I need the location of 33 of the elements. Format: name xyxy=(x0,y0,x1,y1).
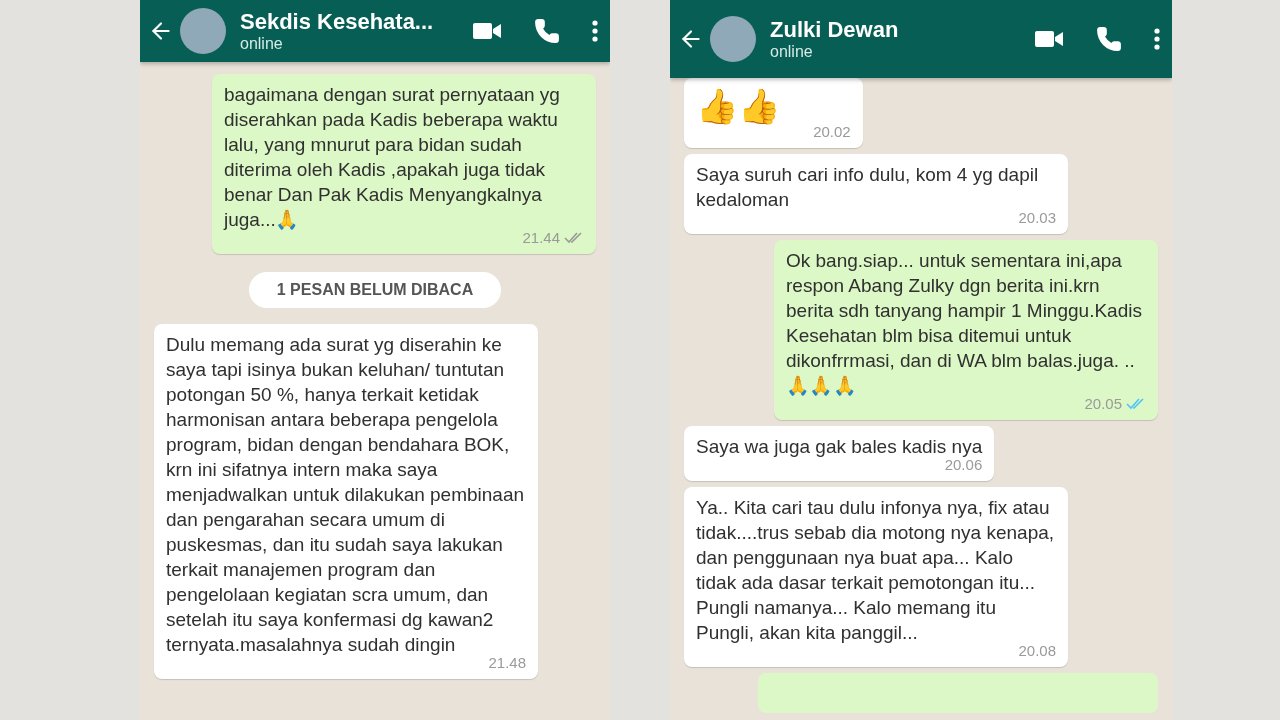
phone-icon xyxy=(1096,26,1122,52)
message-time: 20.02 xyxy=(813,124,851,140)
more-options-button[interactable] xyxy=(592,20,598,42)
video-camera-icon xyxy=(1034,29,1064,49)
contact-name[interactable]: Sekdis Kesehata... xyxy=(240,9,440,35)
more-options-button[interactable] xyxy=(1154,28,1160,50)
message-time: 20.05 xyxy=(1084,396,1122,412)
video-camera-icon xyxy=(472,21,502,41)
message-text: Dulu memang ada surat yg diserahin ke saya tapi isinya bukan keluhan/ tuntutan potongan 50 %, hanya terkait ketidak harmonisan antara beberapa pengelola program, bidan dengan bendahara BOK, krn ini sifatnya intern maka saya menjadwalkan untuk dilakukan pembinaan dan pengarahan secara umum di puskesmas, dan itu sudah saya lakukan terkait manajemen program dan pengelolaan kegiatan scra umum, dan setelah itu saya konfermasi dg kawan2 ternyata.masalahnya sudah dingin xyxy=(166,333,526,657)
video-call-button[interactable] xyxy=(472,21,502,41)
message-time: 20.08 xyxy=(1018,643,1056,659)
contact-status: online xyxy=(770,43,814,61)
contact-status: online xyxy=(240,35,284,53)
message-time: 20.06 xyxy=(944,457,983,473)
message-text: Ok bang.siap... untuk sementara ini,apa respon Abang Zulky dgn berita ini.krn berita sdh tanyang hampir 1 Minggu.Kadis Kesehatan blm bisa ditemui untuk dikonfrrmasi, dan di WA blm balas.juga. ..🙏🙏🙏 xyxy=(786,249,1143,398)
avatar[interactable] xyxy=(180,8,226,54)
contact-name[interactable]: Zulki Dewan xyxy=(770,17,1002,43)
message-text: bagaimana dengan surat pernyataan yg diserahkan pada Kadis beberapa waktu lalu, yang mnurut para bidan sudah diterima oleh Kadis ,apakah juga tidak benar Dan Pak Kadis Menyangkalnya juga...🙏 xyxy=(224,83,561,232)
unread-messages-banner: 1 PESAN BELUM DIBACA xyxy=(248,272,502,308)
voice-call-button[interactable] xyxy=(1096,26,1122,52)
message-text: Saya wa juga gak bales kadis nya xyxy=(696,435,983,459)
more-options-icon xyxy=(1154,28,1160,50)
message-time: 21.44 xyxy=(522,230,560,246)
phone-icon xyxy=(534,18,560,44)
message-time: 21.48 xyxy=(488,655,526,671)
message-text: Ya.. Kita cari tau dulu infonya nya, fix atau tidak....trus sebab dia motong nya kenapa, dan penggunaan nya buat apa... Kalo tidak ada dasar terkait pemotongan itu... Pungli namanya... Kalo memang itu Pungli, akan kita panggil... xyxy=(696,496,1056,645)
message-time: 20.03 xyxy=(1018,210,1056,226)
video-call-button[interactable] xyxy=(1034,29,1064,49)
voice-call-button[interactable] xyxy=(534,18,560,44)
message-text: 👍👍 xyxy=(696,86,782,126)
message-text: Saya suruh cari info dulu, kom 4 yg dapil kedaloman xyxy=(696,163,1040,212)
more-options-icon xyxy=(592,20,598,42)
avatar[interactable] xyxy=(710,16,756,62)
